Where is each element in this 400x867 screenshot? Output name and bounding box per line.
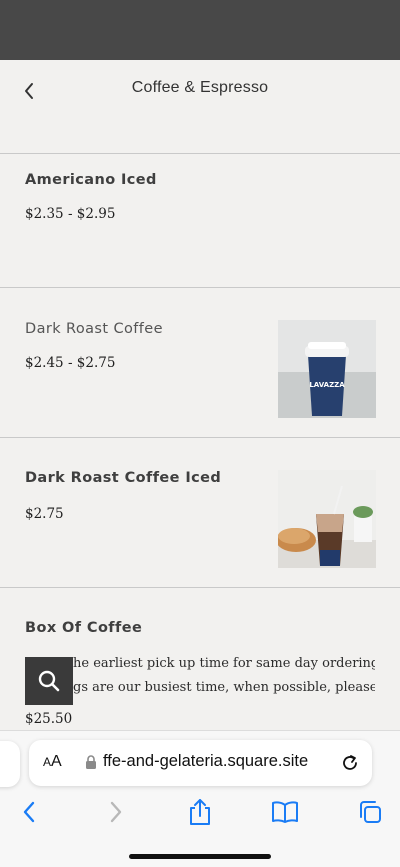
tabs-icon xyxy=(360,801,381,823)
back-icon xyxy=(23,801,35,823)
forward-icon xyxy=(110,801,122,823)
share-icon xyxy=(190,799,210,825)
item-description: he earliest pick up time for same day or… xyxy=(73,656,375,671)
item-description: gs are our busiest time, when possible, … xyxy=(73,680,375,695)
item-image[interactable] xyxy=(278,470,376,568)
item-name: Box Of Coffee xyxy=(25,620,143,636)
item-price: $2.75 xyxy=(25,506,64,522)
browser-toolbar: AA ffe-and-gelateria.square.site xyxy=(0,730,400,867)
item-name: Americano Iced xyxy=(25,172,157,188)
coffee-cup-image: LAVAZZA xyxy=(278,320,376,418)
menu-item[interactable]: Dark Roast Coffee Iced $2.75 xyxy=(0,438,400,588)
item-name: Dark Roast Coffee Iced xyxy=(25,470,222,486)
reload-icon[interactable] xyxy=(339,752,361,774)
aa-small-label: A xyxy=(43,755,52,769)
item-price: $25.50 xyxy=(25,711,73,727)
bookmarks-icon xyxy=(272,801,298,823)
bookmarks-button[interactable] xyxy=(270,797,300,827)
address-bar[interactable]: AA ffe-and-gelateria.square.site xyxy=(29,740,372,786)
item-name: Dark Roast Coffee xyxy=(25,321,163,337)
search-button[interactable] xyxy=(25,657,73,705)
page-title: Coffee & Espresso xyxy=(131,79,269,96)
page-header: Coffee & Espresso xyxy=(0,60,400,154)
aa-large-label: A xyxy=(51,753,62,770)
share-button[interactable] xyxy=(185,797,215,827)
iced-coffee-image xyxy=(278,470,376,568)
status-bar xyxy=(0,0,400,60)
search-icon xyxy=(38,670,60,692)
home-indicator xyxy=(129,854,271,859)
cup-brand-label: LAVAZZA xyxy=(309,381,345,389)
item-price: $2.35 - $2.95 xyxy=(25,206,116,222)
previous-tab-peek[interactable] xyxy=(0,741,20,787)
menu-item[interactable]: Dark Roast Coffee $2.45 - $2.75 LAVAZZA xyxy=(0,288,400,438)
browser-back-button[interactable] xyxy=(14,797,44,827)
menu-item[interactable]: Americano Iced $2.35 - $2.95 xyxy=(0,154,400,288)
tabs-button[interactable] xyxy=(355,797,385,827)
item-image[interactable]: LAVAZZA xyxy=(278,320,376,418)
item-price: $2.45 - $2.75 xyxy=(25,355,116,371)
lock-icon xyxy=(86,755,96,769)
reader-settings-button[interactable]: AA xyxy=(43,753,62,771)
browser-forward-button[interactable] xyxy=(101,797,131,827)
url-text: ffe-and-gelateria.square.site xyxy=(103,752,309,770)
